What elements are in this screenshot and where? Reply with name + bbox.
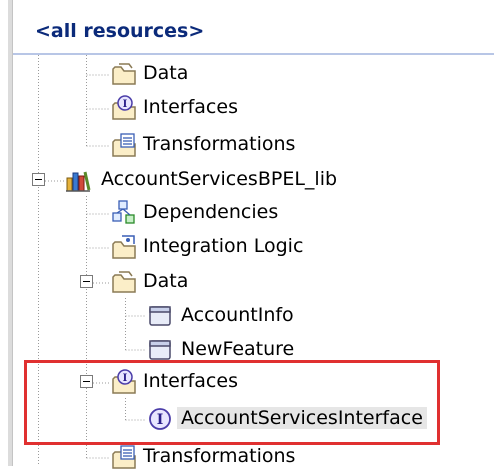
tree-item-label: NewFeature xyxy=(181,338,295,360)
tree-item-label: Integration Logic xyxy=(143,235,304,257)
tree-item-label: Interfaces xyxy=(143,96,238,118)
tree-item-transformations[interactable]: Transformations xyxy=(0,129,494,163)
transformations-icon xyxy=(110,443,138,471)
tree-item-label: Transformations xyxy=(143,133,296,155)
tree-item-interfaces[interactable]: I Interfaces xyxy=(0,92,494,126)
tree-item-integration-logic[interactable]: Integration Logic xyxy=(0,231,494,265)
collapse-toggle-icon[interactable] xyxy=(80,275,93,288)
tree-item-data[interactable]: Data xyxy=(0,58,494,92)
tree-item-label: Data xyxy=(143,62,189,84)
resource-tree: Data I Interfaces Transformations Accoun… xyxy=(0,0,494,469)
transformations-icon xyxy=(110,131,138,159)
tree-item-label: Data xyxy=(143,270,189,292)
library-icon xyxy=(64,166,92,194)
highlight-box xyxy=(24,360,440,445)
tree-item-transformations-2[interactable]: Transformations xyxy=(0,441,494,475)
svg-text:I: I xyxy=(123,99,128,110)
tree-item-dependencies[interactable]: Dependencies xyxy=(0,197,494,231)
dependencies-icon xyxy=(110,199,138,227)
tree-item-label: AccountInfo xyxy=(181,304,294,326)
business-object-icon xyxy=(146,302,174,330)
collapse-toggle-icon[interactable] xyxy=(32,173,45,186)
tree-item-accountinfo[interactable]: AccountInfo xyxy=(0,300,494,334)
integration-logic-icon xyxy=(110,233,138,261)
interface-folder-icon: I xyxy=(110,94,138,122)
folder-icon xyxy=(110,268,138,296)
folder-icon xyxy=(110,60,138,88)
tree-item-label: Dependencies xyxy=(143,201,279,223)
tree-item-label: AccountServicesBPEL_lib xyxy=(101,168,338,190)
tree-item-data-expanded[interactable]: Data xyxy=(0,266,494,300)
tree-item-label: Transformations xyxy=(143,445,296,467)
tree-item-library[interactable]: AccountServicesBPEL_lib xyxy=(0,164,494,198)
